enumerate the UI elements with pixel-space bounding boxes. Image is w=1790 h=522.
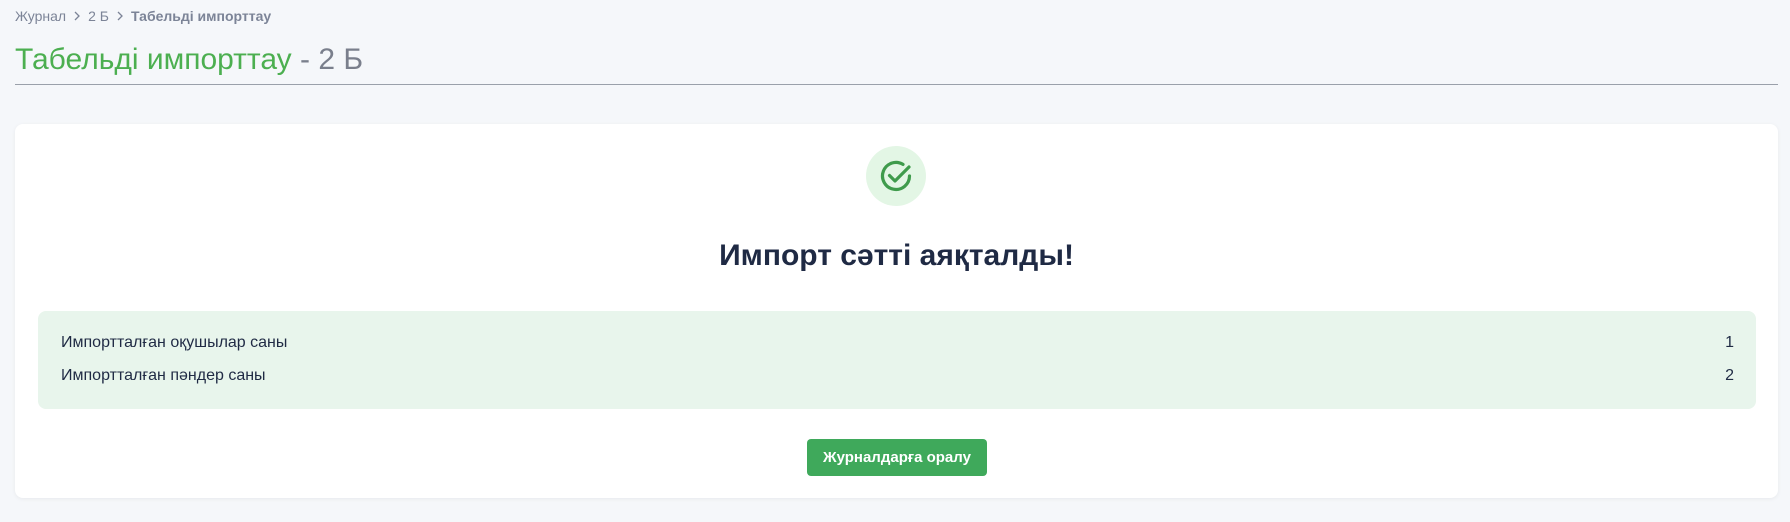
- back-to-journals-button[interactable]: Журналдарға оралу: [807, 439, 987, 476]
- breadcrumb: Журнал 2 Б Табельді импорттау: [15, 7, 271, 25]
- breadcrumb-item-class[interactable]: 2 Б: [88, 8, 109, 24]
- breadcrumb-current: Табельді импорттау: [130, 8, 272, 24]
- stat-row-subjects: Импортталған пәндер саны 2: [61, 366, 1734, 386]
- title-divider: [15, 84, 1778, 85]
- stat-value: 1: [1725, 334, 1734, 351]
- page-title-class: - 2 Б: [300, 43, 364, 76]
- import-stats: Импортталған оқушылар саны 1 Импортталға…: [38, 311, 1756, 409]
- import-result-card: Импорт сәтті аяқталды! Импортталған оқуш…: [15, 124, 1778, 498]
- stat-row-students: Импортталған оқушылар саны 1: [61, 333, 1734, 353]
- stat-value: 2: [1725, 367, 1734, 384]
- breadcrumb-item-journal[interactable]: Журнал: [15, 8, 66, 24]
- page-title-main: Табельді импорттау: [15, 43, 292, 76]
- page-title: Табельді импорттау - 2 Б: [15, 40, 363, 80]
- chevron-right-icon: [116, 11, 124, 21]
- stat-label: Импортталған пәндер саны: [61, 367, 266, 384]
- import-success-title: Импорт сәтті аяқталды!: [719, 239, 1074, 272]
- stat-label: Импортталған оқушылар саны: [61, 334, 288, 351]
- chevron-right-icon: [73, 11, 81, 21]
- check-circle-icon: [866, 146, 926, 206]
